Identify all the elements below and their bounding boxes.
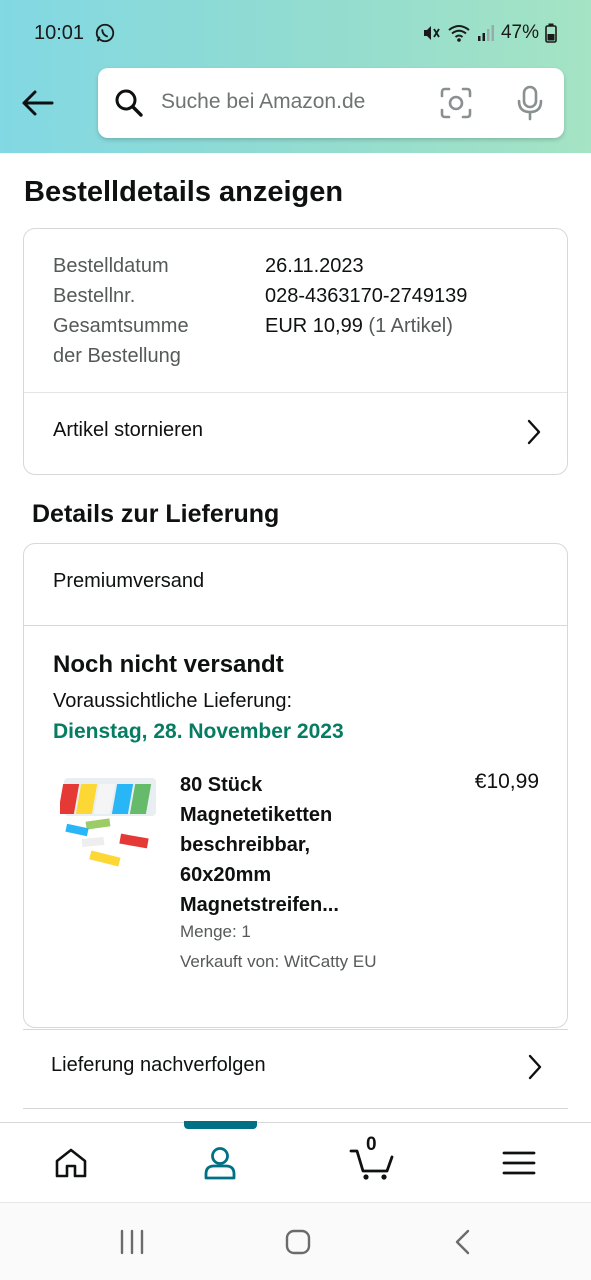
nav-menu[interactable] [499, 1143, 539, 1183]
product-price: €10,99 [474, 770, 539, 793]
mute-icon [423, 26, 440, 40]
search-input[interactable]: Suche bei Amazon.de [161, 90, 365, 114]
system-back-icon[interactable] [452, 1228, 472, 1256]
product-title-line: Magnetetiketten [180, 804, 333, 826]
expected-delivery-date: Dienstag, 28. November 2023 [53, 720, 344, 743]
bottom-nav: 0 [0, 1121, 591, 1202]
order-total-label-line2: der Bestellung [53, 345, 181, 367]
page-title: Bestelldetails anzeigen [24, 176, 344, 208]
active-tab-indicator [184, 1121, 257, 1129]
order-number-label: Bestellnr. [53, 285, 136, 307]
nav-home[interactable] [51, 1143, 91, 1183]
app-header: 10:01 47% Suche bei Amazon.de [0, 0, 591, 153]
product-title-line: Magnetstreifen... [180, 894, 339, 916]
whatsapp-icon [95, 23, 115, 43]
cancel-items-row[interactable]: Artikel stornieren [24, 393, 567, 474]
product-title-line: 60x20mm [180, 864, 272, 886]
product-title-line: beschreibbar, [180, 834, 311, 856]
home-icon [55, 1148, 87, 1178]
wifi-icon [448, 25, 470, 42]
battery-icon [545, 23, 557, 43]
shipping-method: Premiumversand [53, 570, 205, 592]
recent-apps-icon[interactable] [118, 1229, 146, 1255]
expected-delivery-label: Voraussichtliche Lieferung: [53, 690, 293, 712]
camera-scan-icon[interactable] [440, 87, 472, 119]
delivery-card: Premiumversand Noch nicht versandt Vorau… [23, 543, 568, 1028]
order-date-label: Bestelldatum [53, 255, 169, 277]
order-total-label: Gesamtsumme [53, 315, 189, 337]
search-icon [115, 89, 143, 117]
track-delivery-label: Lieferung nachverfolgen [51, 1054, 266, 1076]
order-date-value: 26.11.2023 [265, 255, 364, 277]
chevron-right-icon [528, 1054, 542, 1080]
nav-account[interactable] [200, 1143, 240, 1183]
battery-level: 47% [500, 22, 539, 43]
product-title-line: 80 Stück [180, 774, 263, 796]
order-total-items: (1 Artikel) [368, 315, 453, 337]
delivery-section-title: Details zur Lieferung [32, 500, 280, 528]
search-bar[interactable]: Suche bei Amazon.de [98, 68, 564, 138]
chevron-right-icon [527, 419, 541, 445]
order-number-value: 028-4363170-2749139 [265, 285, 468, 307]
back-button[interactable] [18, 84, 56, 122]
order-total-amount: EUR 10,99 [265, 315, 363, 337]
product-image[interactable] [60, 768, 158, 872]
cancel-items-label: Artikel stornieren [53, 419, 204, 441]
arrow-left-icon [22, 90, 54, 116]
product-quantity: Menge: 1 [180, 922, 251, 941]
track-delivery-row[interactable]: Lieferung nachverfolgen [23, 1030, 568, 1108]
order-summary-card: Bestelldatum 26.11.2023 Bestellnr. 028-4… [23, 228, 568, 475]
order-total-value: EUR 10,99 (1 Artikel) [265, 311, 453, 341]
shipment-status: Noch nicht versandt [53, 651, 284, 678]
hamburger-menu-icon [502, 1151, 536, 1175]
status-icons: 47% [421, 22, 557, 44]
status-time: 10:01 [34, 22, 85, 44]
home-button-icon[interactable] [284, 1228, 312, 1256]
person-icon [204, 1147, 236, 1180]
system-nav-bar [0, 1202, 591, 1280]
microphone-icon[interactable] [516, 85, 544, 121]
divider [23, 1108, 568, 1109]
divider [24, 625, 567, 626]
product-seller: Verkauft von: WitCatty EU [180, 952, 377, 971]
signal-icon [477, 25, 494, 41]
cart-count: 0 [366, 1134, 377, 1155]
product-title[interactable]: 80 Stück Magnetetiketten beschreibbar, 6… [180, 770, 410, 920]
